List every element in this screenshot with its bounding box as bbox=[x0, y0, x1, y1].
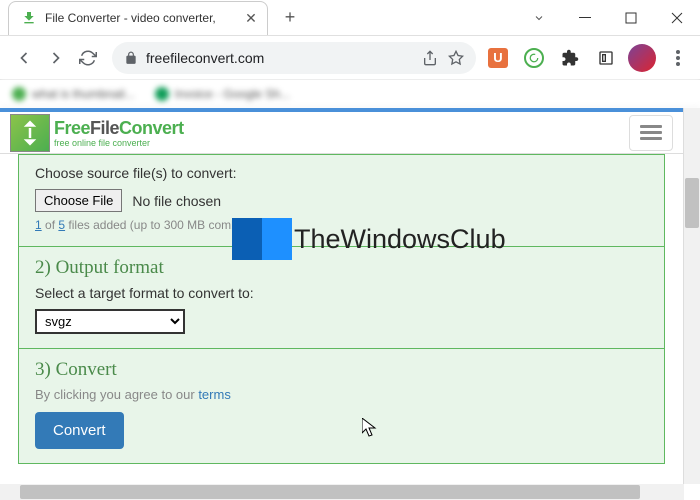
window-controls bbox=[516, 2, 700, 34]
site-header: FreeFileConvert free online file convert… bbox=[0, 108, 683, 154]
minimize-button[interactable] bbox=[562, 2, 608, 34]
logo-icon bbox=[10, 114, 50, 152]
lock-icon bbox=[124, 51, 138, 65]
address-bar: freefileconvert.com U bbox=[0, 36, 700, 80]
browser-titlebar: File Converter - video converter, ✕ + bbox=[0, 0, 700, 36]
terms-link[interactable]: terms bbox=[198, 387, 231, 402]
browser-menu-icon[interactable] bbox=[664, 44, 692, 72]
site-logo[interactable]: FreeFileConvert free online file convert… bbox=[10, 114, 184, 152]
logo-text: FreeFileConvert bbox=[54, 118, 184, 139]
hamburger-menu-icon[interactable] bbox=[629, 115, 673, 151]
browser-tab[interactable]: File Converter - video converter, ✕ bbox=[8, 1, 268, 35]
vertical-scrollbar[interactable] bbox=[684, 108, 700, 484]
extension-grammarly-icon[interactable] bbox=[520, 44, 548, 72]
convert-button[interactable]: Convert bbox=[35, 412, 124, 449]
reading-list-icon[interactable] bbox=[592, 44, 620, 72]
step-3-title: 3) Convert bbox=[35, 359, 648, 381]
horizontal-scrollbar[interactable] bbox=[0, 484, 684, 500]
terms-text: By clicking you agree to our terms bbox=[35, 387, 648, 402]
bookmark-star-icon[interactable] bbox=[448, 50, 464, 66]
extensions-icon[interactable] bbox=[556, 44, 584, 72]
choose-file-button[interactable]: Choose File bbox=[35, 189, 122, 212]
watermark: TheWindowsClub bbox=[232, 218, 506, 260]
step-2-output: 2) Output format Select a target format … bbox=[19, 246, 664, 348]
vertical-scrollbar-thumb[interactable] bbox=[685, 178, 699, 228]
tab-favicon-icon bbox=[21, 10, 37, 26]
step-2-title: 2) Output format bbox=[35, 257, 648, 279]
reload-button[interactable] bbox=[72, 42, 104, 74]
chevron-down-icon[interactable] bbox=[516, 2, 562, 34]
back-button[interactable] bbox=[8, 42, 40, 74]
bookmark-item[interactable]: what is thumbnail... bbox=[12, 87, 135, 101]
url-input[interactable]: freefileconvert.com bbox=[112, 42, 476, 74]
share-icon[interactable] bbox=[422, 50, 438, 66]
new-tab-button[interactable]: + bbox=[276, 4, 304, 32]
files-max-link[interactable]: 5 bbox=[58, 218, 65, 232]
profile-avatar[interactable] bbox=[628, 44, 656, 72]
step-2-label: Select a target format to convert to: bbox=[35, 285, 648, 301]
cursor-icon bbox=[362, 418, 378, 438]
bookmark-item[interactable]: Invoice - Google Sh... bbox=[155, 87, 290, 101]
bookmarks-bar: what is thumbnail... Invoice - Google Sh… bbox=[0, 80, 700, 108]
watermark-icon bbox=[232, 218, 292, 260]
step-1-label: Choose source file(s) to convert: bbox=[35, 165, 648, 181]
forward-button[interactable] bbox=[40, 42, 72, 74]
file-status-text: No file chosen bbox=[132, 193, 221, 209]
format-select[interactable]: svgz bbox=[35, 309, 185, 334]
close-tab-icon[interactable]: ✕ bbox=[243, 10, 259, 26]
horizontal-scrollbar-thumb[interactable] bbox=[20, 485, 640, 499]
window-close-button[interactable] bbox=[654, 2, 700, 34]
url-text: freefileconvert.com bbox=[146, 50, 264, 66]
page-content: FreeFileConvert free online file convert… bbox=[0, 108, 684, 484]
maximize-button[interactable] bbox=[608, 2, 654, 34]
extension-u-icon[interactable]: U bbox=[484, 44, 512, 72]
converter-panel: Choose source file(s) to convert: Choose… bbox=[18, 154, 665, 464]
step-3-convert: 3) Convert By clicking you agree to our … bbox=[19, 348, 664, 463]
logo-subtitle: free online file converter bbox=[54, 139, 184, 148]
watermark-text: TheWindowsClub bbox=[294, 224, 506, 255]
files-current-link[interactable]: 1 bbox=[35, 218, 42, 232]
tab-title: File Converter - video converter, bbox=[45, 11, 243, 25]
